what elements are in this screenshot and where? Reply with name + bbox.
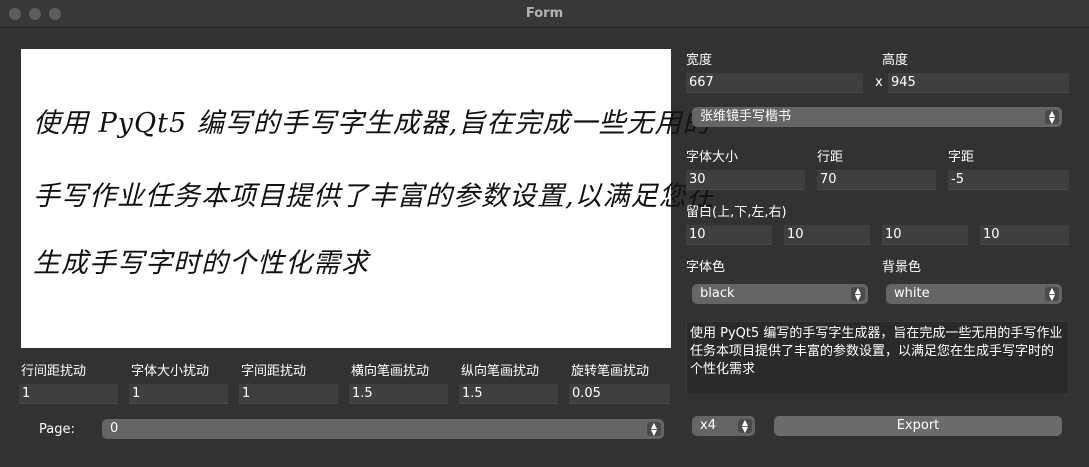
scale-select-value: x4 [700,418,716,433]
horizontal-stroke-perturb-input[interactable]: 1.5 [349,384,448,404]
chevron-up-down-icon: ▲ ▼ [851,287,865,302]
export-button[interactable]: Export [774,416,1062,436]
font-color-select[interactable]: black ▲ ▼ [692,284,868,304]
line-spacing-perturb-label: 行间距扰动 [21,364,87,379]
font-size-input[interactable]: 30 [686,170,805,190]
font-size-label: 字体大小 [686,150,739,165]
line-spacing-input[interactable]: 70 [817,170,936,190]
vertical-stroke-perturb-input[interactable]: 1.5 [459,384,558,404]
page-select[interactable]: 0 ▲ ▼ [102,419,664,439]
vertical-stroke-perturb-label: 纵向笔画扰动 [461,364,540,379]
height-input[interactable]: 945 [888,73,1069,93]
page-label: Page: [39,422,75,437]
char-spacing-perturb-input[interactable]: 1 [239,384,338,404]
width-input[interactable]: 667 [686,73,863,93]
margin-label: 留白(上,下,左,右) [686,205,787,220]
bg-color-select[interactable]: white ▲ ▼ [886,284,1062,304]
scale-select[interactable]: x4 ▲ ▼ [692,416,755,436]
font-size-perturb-input[interactable]: 1 [129,384,228,404]
bg-color-label: 背景色 [882,260,922,275]
font-select-value: 张维镜手写楷书 [700,109,792,124]
window-title: Form [525,6,564,21]
chevron-up-down-icon: ▲ ▼ [738,419,752,434]
char-spacing-perturb-label: 字间距扰动 [241,364,307,379]
horizontal-stroke-perturb-label: 横向笔画扰动 [351,364,430,379]
margin-right-input[interactable]: 10 [980,225,1069,245]
margin-top-input[interactable]: 10 [686,225,772,245]
font-size-perturb-label: 字体大小扰动 [131,364,210,379]
rotation-stroke-perturb-input[interactable]: 0.05 [569,384,670,404]
text-input[interactable]: 使用 PyQt5 编写的手写字生成器，旨在完成一些无用的手写作业任务本项目提供了… [686,321,1069,395]
page-select-value: 0 [110,421,119,436]
handwriting-preview: 使用 PyQt5 编写的手写字生成器,旨在完成一些无用的 手写作业任务本项目提供… [21,49,714,348]
chevron-up-down-icon: ▲ ▼ [647,422,661,437]
width-label: 宽度 [686,53,713,68]
font-select[interactable]: 张维镜手写楷书 ▲ ▼ [692,107,1062,127]
font-color-value: black [700,286,735,301]
line-spacing-label: 行距 [817,150,844,165]
rotation-stroke-perturb-label: 旋转笔画扰动 [571,364,650,379]
font-color-label: 字体色 [686,260,726,275]
chevron-up-down-icon: ▲ ▼ [1045,110,1059,125]
char-spacing-label: 字距 [948,150,975,165]
chevron-up-down-icon: ▲ ▼ [1045,287,1059,302]
char-spacing-input[interactable]: -5 [948,170,1069,190]
margin-left-input[interactable]: 10 [882,225,968,245]
preview-line-3: 生成手写字时的个性化需求 [33,248,369,279]
height-label: 高度 [882,53,909,68]
preview-line-2: 手写作业任务本项目提供了丰富的参数设置,以满足您在 [33,181,715,212]
preview-line-1: 使用 PyQt5 编写的手写字生成器,旨在完成一些无用的 [33,108,711,139]
margin-bottom-input[interactable]: 10 [784,225,870,245]
bg-color-value: white [894,286,930,301]
line-spacing-perturb-input[interactable]: 1 [19,384,118,404]
size-separator: x [875,75,883,90]
